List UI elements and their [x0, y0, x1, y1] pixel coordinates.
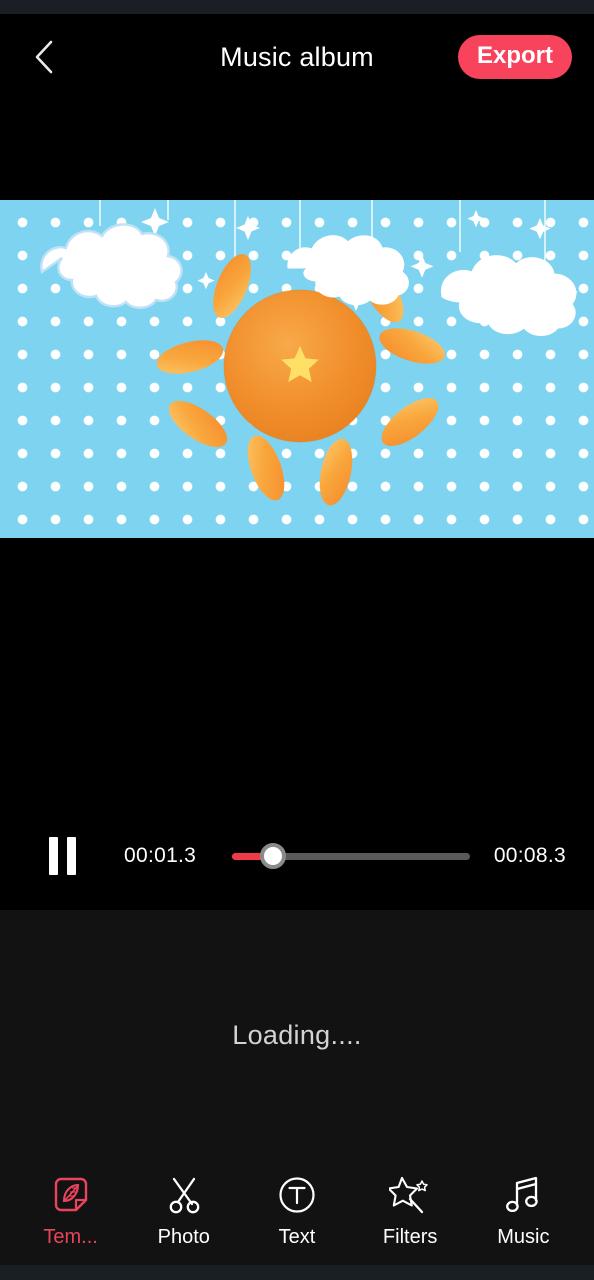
video-preview-canvas[interactable]	[0, 200, 594, 538]
video-editor-screen: Music album Export 00:01.3 00:08.3 Loadi…	[0, 0, 594, 1280]
template-leaf-icon	[51, 1173, 91, 1217]
back-button[interactable]	[22, 35, 66, 79]
tool-music[interactable]: Music	[475, 1173, 571, 1247]
playback-controls: 00:01.3 00:08.3	[0, 826, 594, 886]
tool-template[interactable]: Tem...	[23, 1173, 119, 1247]
navigation-bar	[0, 1265, 594, 1280]
tool-label: Filters	[382, 1225, 438, 1248]
loading-status-text: Loading....	[232, 1019, 362, 1050]
music-note-icon	[503, 1173, 543, 1217]
tool-photo[interactable]: Photo	[136, 1173, 232, 1247]
tool-label: Photo	[157, 1225, 210, 1248]
seek-thumb[interactable]	[259, 843, 286, 869]
scene-illustration	[40, 200, 578, 506]
scissors-icon	[164, 1173, 204, 1217]
app-header: Music album Export	[0, 14, 594, 100]
export-button[interactable]: Export	[457, 35, 572, 79]
sun-disc	[223, 289, 377, 443]
magic-wand-icon	[389, 1173, 431, 1217]
text-circle-icon	[277, 1173, 317, 1217]
pause-button[interactable]	[36, 834, 88, 878]
tool-label: Tem...	[43, 1225, 98, 1248]
chevron-left-icon	[31, 37, 57, 77]
tool-text[interactable]: Text	[249, 1173, 345, 1247]
cloud-left	[40, 223, 183, 309]
loading-panel: Loading....	[0, 910, 594, 1160]
seek-slider[interactable]	[232, 841, 470, 871]
status-bar	[0, 0, 594, 14]
tool-label: Text	[278, 1225, 316, 1248]
tool-label: Music	[497, 1225, 550, 1248]
preview-stage: 00:01.3 00:08.3	[0, 100, 594, 910]
scene-artwork	[0, 200, 594, 538]
pause-icon	[48, 837, 76, 875]
current-time-label: 00:01.3	[124, 844, 197, 867]
total-time-label: 00:08.3	[493, 844, 566, 867]
tool-filters[interactable]: Filters	[362, 1173, 458, 1247]
bottom-toolbar: Tem... Photo Text Filters Music	[0, 1160, 594, 1265]
cloud-right	[440, 255, 577, 336]
